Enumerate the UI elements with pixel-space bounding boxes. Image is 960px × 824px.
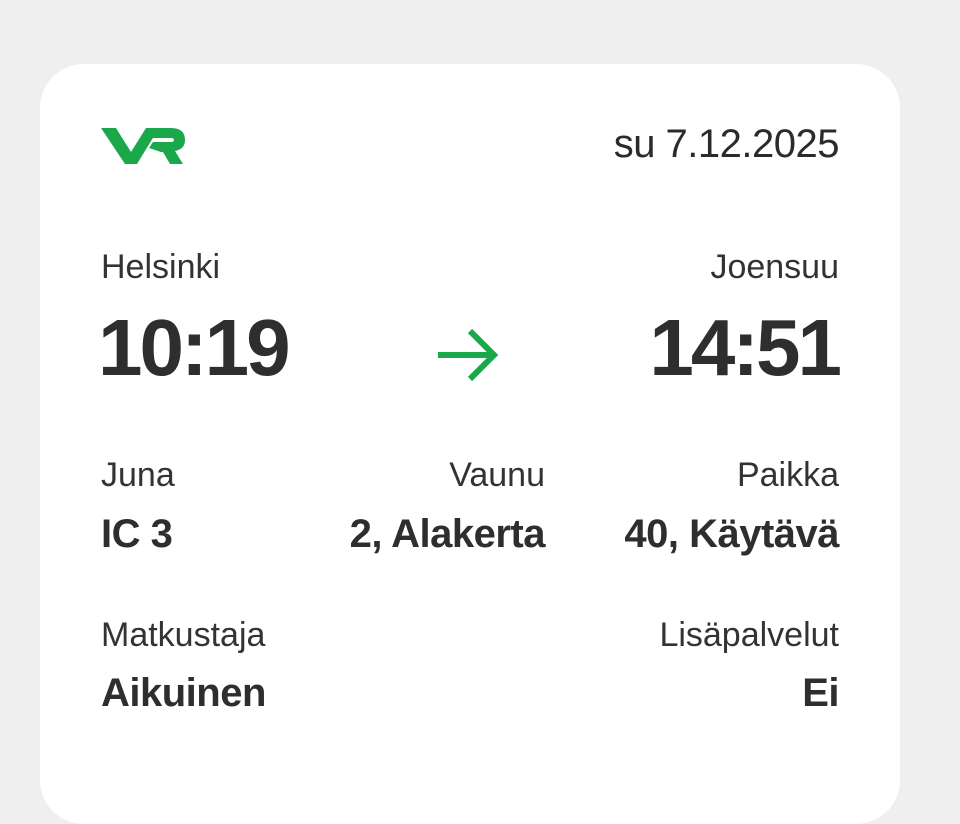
departure-time: 10:19 <box>98 303 291 392</box>
arrow-right-icon <box>438 328 499 382</box>
car-label: Vaunu <box>449 456 545 494</box>
car-value: 2, Alakerta <box>349 512 546 556</box>
ticket-card: su 7.12.2025 Helsinki Joensuu 10:19 14:5… <box>40 64 900 824</box>
extras-label: Lisäpalvelut <box>659 616 839 654</box>
seat-label: Paikka <box>736 456 839 494</box>
origin-station: Helsinki <box>101 248 221 286</box>
vr-logo <box>101 128 185 164</box>
seat-value: 40, Käytävä <box>624 512 839 556</box>
train-label: Juna <box>101 456 175 494</box>
passenger-value: Aikuinen <box>101 671 266 715</box>
travel-date: su 7.12.2025 <box>613 122 840 166</box>
destination-station: Joensuu <box>710 248 839 286</box>
extras-value: Ei <box>802 671 839 715</box>
train-value: IC 3 <box>101 512 173 556</box>
passenger-label: Matkustaja <box>101 616 266 654</box>
arrival-time: 14:51 <box>649 303 842 392</box>
